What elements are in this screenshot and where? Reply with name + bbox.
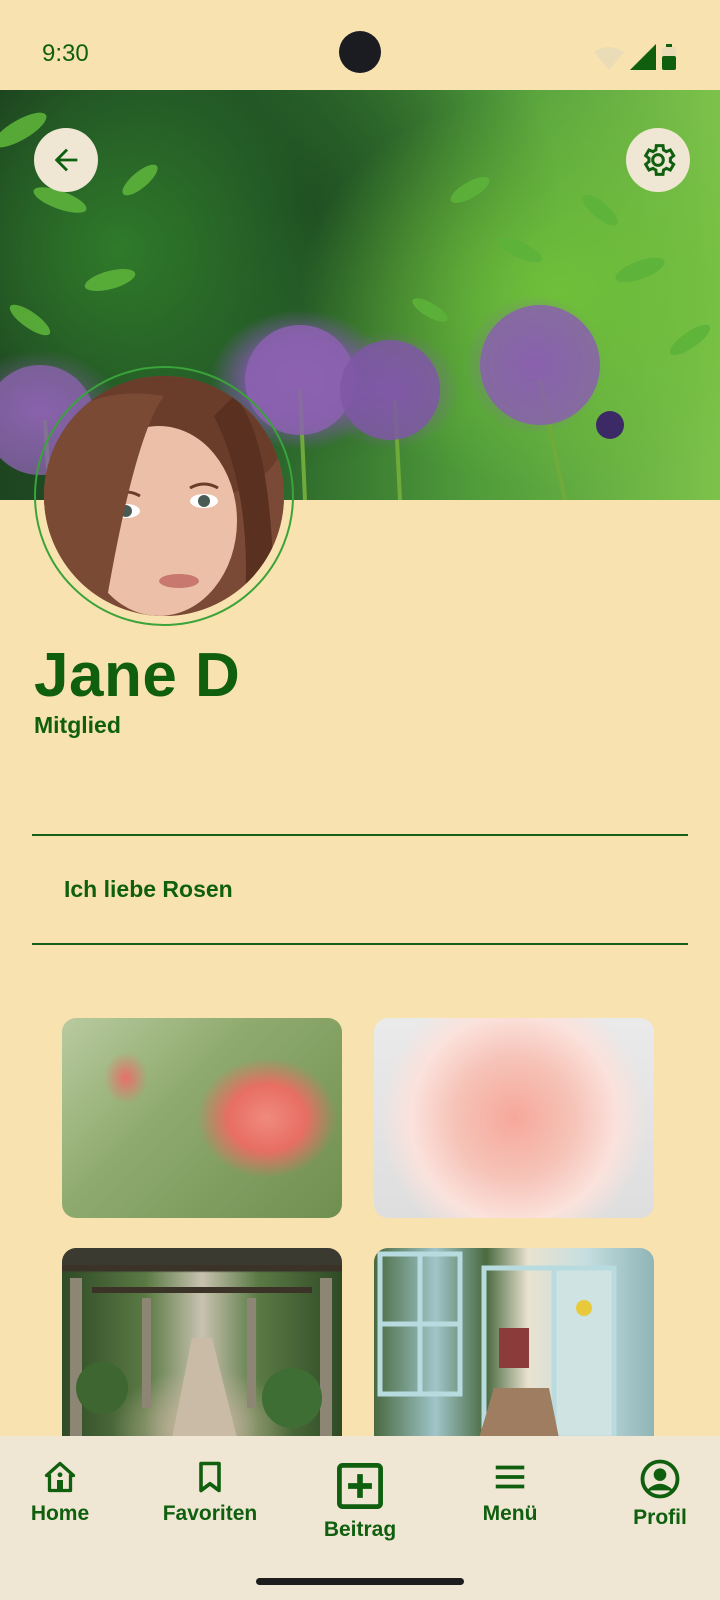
profile-name: Jane D [34, 641, 241, 710]
nav-item-favoriten[interactable]: Favoriten [140, 1458, 280, 1526]
camera-cutout [339, 31, 381, 73]
photo-tile-rose-garden[interactable] [62, 1018, 342, 1218]
nav-item-profil[interactable]: Profil [590, 1458, 720, 1530]
account-circle-icon [640, 1459, 680, 1499]
add-post-icon [337, 1463, 383, 1509]
status-time: 9:30 [42, 40, 89, 67]
nav-label-home: Home [30, 1502, 90, 1525]
photo-tile-greenhouse[interactable] [374, 1248, 654, 1438]
gear-icon [643, 144, 676, 176]
greenhouse-drawing [377, 1251, 617, 1438]
nav-label-beitrag: Beitrag [323, 1518, 397, 1541]
nav-item-menu[interactable]: Menü [440, 1458, 580, 1526]
battery-icon [662, 44, 676, 70]
menu-icon [495, 1465, 525, 1489]
wifi-icon [594, 47, 624, 70]
divider-bottom [32, 943, 688, 945]
profile-bio: Ich liebe Rosen [64, 876, 233, 902]
status-icons [594, 44, 676, 70]
settings-button[interactable] [626, 128, 690, 192]
home-indicator[interactable] [256, 1578, 464, 1585]
nav-label-profil: Profil [633, 1506, 687, 1529]
pergola-drawing [62, 1265, 342, 1438]
bottom-navigation: Home Favoriten Beitrag Menü Profil [0, 1436, 720, 1600]
photo-tile-pergola[interactable] [62, 1248, 342, 1438]
status-bar: 9:30 [0, 0, 720, 90]
avatar[interactable] [44, 376, 284, 616]
home-icon [44, 1461, 76, 1493]
nav-label-favoriten: Favoriten [162, 1502, 258, 1525]
avatar-ring [34, 366, 294, 626]
nav-item-home[interactable]: Home [0, 1458, 130, 1526]
avatar-portrait [44, 376, 284, 616]
arrow-back-icon [54, 148, 78, 172]
signal-icon [630, 44, 656, 70]
nav-item-beitrag[interactable]: Beitrag [290, 1460, 430, 1542]
back-button[interactable] [34, 128, 98, 192]
bookmark-icon [199, 1461, 221, 1493]
divider-top [32, 834, 688, 836]
photo-tile-pink-rose[interactable] [374, 1018, 654, 1218]
profile-role: Mitglied [34, 712, 121, 738]
nav-label-menu: Menü [482, 1502, 538, 1525]
